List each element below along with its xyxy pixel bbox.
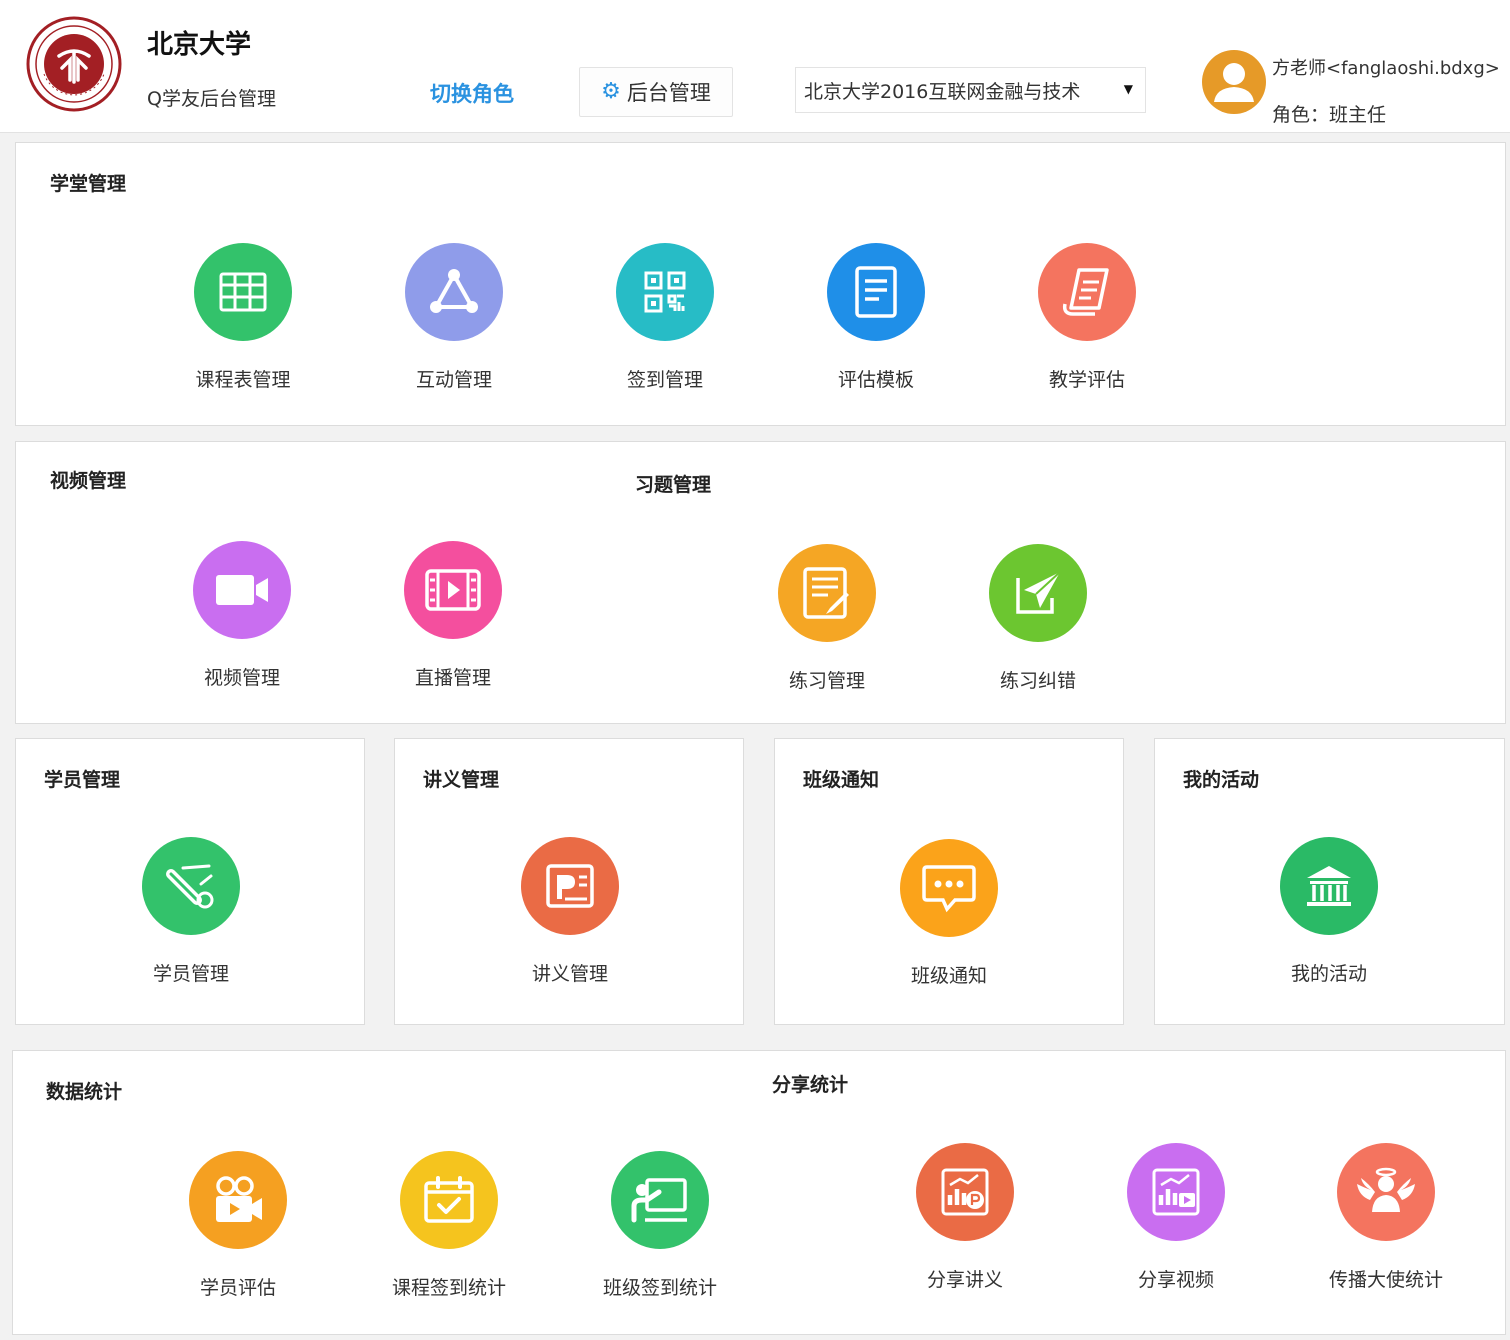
tile-video-management[interactable]: 视频管理 <box>147 541 337 701</box>
caret-down-icon: ▼ <box>1123 82 1133 96</box>
tile-exercise-correction[interactable]: 练习纠错 <box>943 544 1133 704</box>
section-title: 分享统计 <box>772 1074 849 1096</box>
section-title: 讲义管理 <box>423 769 500 791</box>
tile-label: 传播大使统计 <box>1328 1269 1443 1291</box>
tile-label: 学员管理 <box>152 963 229 985</box>
tile-label: 签到管理 <box>626 369 703 391</box>
diploma-icon <box>142 837 240 935</box>
tile-label: 讲义管理 <box>531 963 608 985</box>
class-selector[interactable]: 北京大学2016互联网金融与技术 ▼ <box>795 67 1146 113</box>
tile-exercise-management[interactable]: 练习管理 <box>732 544 922 704</box>
section-title: 学堂管理 <box>50 173 127 195</box>
film-play-icon <box>404 541 502 639</box>
tile-checkin-management[interactable]: 签到管理 <box>570 243 760 403</box>
tile-label: 分享视频 <box>1137 1269 1214 1291</box>
tile-label: 练习纠错 <box>999 670 1076 692</box>
tile-label: 分享讲义 <box>926 1269 1003 1291</box>
tile-schedule-management[interactable]: 课程表管理 <box>148 243 338 403</box>
tile-label: 课程签到统计 <box>391 1277 506 1299</box>
section-title: 数据统计 <box>46 1081 123 1103</box>
statistics-panel: 数据统计 分享统计 学员评估 课程签到统计 班级签到统计 分享讲义 分享视频 传… <box>12 1050 1506 1335</box>
avatar[interactable] <box>1202 50 1266 114</box>
handouts-panel: 讲义管理 讲义管理 <box>394 738 744 1025</box>
students-panel: 学员管理 学员管理 <box>15 738 365 1025</box>
tile-live-management[interactable]: 直播管理 <box>358 541 548 701</box>
section-title: 学员管理 <box>44 769 121 791</box>
tile-label: 直播管理 <box>414 667 491 689</box>
chat-bubble-icon <box>900 839 998 937</box>
calendar-check-icon <box>400 1151 498 1249</box>
table-grid-icon <box>194 243 292 341</box>
section-title: 习题管理 <box>635 474 712 496</box>
activity-panel: 我的活动 我的活动 <box>1154 738 1505 1025</box>
tile-label: 教学评估 <box>1048 369 1125 391</box>
tile-interaction-management[interactable]: 互动管理 <box>359 243 549 403</box>
movie-camera-icon <box>189 1151 287 1249</box>
tile-label: 我的活动 <box>1290 963 1367 985</box>
tile-class-notice[interactable]: 班级通知 <box>854 839 1044 999</box>
tile-ambassador-stats[interactable]: 传播大使统计 <box>1291 1143 1481 1303</box>
tile-share-video[interactable]: 分享视频 <box>1081 1143 1271 1303</box>
user-role: 角色：班主任 <box>1272 104 1387 126</box>
tile-student-evaluation[interactable]: 学员评估 <box>143 1151 333 1311</box>
gear-icon: ⚙ <box>601 79 621 104</box>
tile-label: 互动管理 <box>415 369 492 391</box>
document-icon <box>827 243 925 341</box>
triangle-network-icon <box>405 243 503 341</box>
classroom-panel: 学堂管理 课程表管理 互动管理 签到管理 评估模板 教学评估 <box>15 142 1506 426</box>
tile-label: 班级签到统计 <box>602 1277 717 1299</box>
user-name: 方老师<fanglaoshi.bdxg> <box>1272 58 1500 79</box>
section-title: 班级通知 <box>803 769 880 791</box>
tile-label: 课程表管理 <box>195 369 291 391</box>
institution-icon <box>1280 837 1378 935</box>
video-camera-icon <box>193 541 291 639</box>
tile-my-activity[interactable]: 我的活动 <box>1234 837 1424 997</box>
scroll-icon <box>1038 243 1136 341</box>
paper-plane-icon <box>989 544 1087 642</box>
video-exercise-panel: 视频管理 习题管理 视频管理 直播管理 练习管理 练习纠错 <box>15 441 1506 724</box>
university-name: 北京大学 <box>147 30 252 60</box>
class-selector-value: 北京大学2016互联网金融与技术 <box>804 80 1081 103</box>
tile-label: 评估模板 <box>837 369 914 391</box>
tile-course-checkin-stats[interactable]: 课程签到统计 <box>354 1151 544 1311</box>
tile-class-checkin-stats[interactable]: 班级签到统计 <box>565 1151 755 1311</box>
angel-person-icon <box>1337 1143 1435 1241</box>
tile-label: 练习管理 <box>788 670 865 692</box>
switch-role-link[interactable]: 切换角色 <box>430 78 514 108</box>
app-subtitle: Q学友后台管理 <box>147 88 276 110</box>
university-logo-icon <box>26 16 122 112</box>
section-title: 我的活动 <box>1183 769 1260 791</box>
top-header: 北京大学 Q学友后台管理 切换角色 ⚙ 后台管理 北京大学2016互联网金融与技… <box>0 0 1510 133</box>
user-silhouette-icon <box>1214 63 1254 102</box>
qr-code-icon <box>616 243 714 341</box>
tile-label: 视频管理 <box>203 667 280 689</box>
tile-label: 班级通知 <box>910 965 987 987</box>
chart-p-icon <box>916 1143 1014 1241</box>
teacher-board-icon <box>611 1151 709 1249</box>
tile-share-handout[interactable]: 分享讲义 <box>870 1143 1060 1303</box>
tile-label: 学员评估 <box>199 1277 276 1299</box>
edit-note-icon <box>778 544 876 642</box>
tile-teaching-evaluation[interactable]: 教学评估 <box>992 243 1182 403</box>
tile-student-management[interactable]: 学员管理 <box>96 837 286 997</box>
presentation-icon <box>521 837 619 935</box>
admin-button-label: 后台管理 <box>626 81 711 105</box>
admin-button[interactable]: ⚙ 后台管理 <box>579 67 733 117</box>
tile-evaluation-template[interactable]: 评估模板 <box>781 243 971 403</box>
chart-video-icon <box>1127 1143 1225 1241</box>
section-title: 视频管理 <box>50 470 127 492</box>
notice-panel: 班级通知 班级通知 <box>774 738 1124 1025</box>
tile-handout-management[interactable]: 讲义管理 <box>475 837 665 997</box>
